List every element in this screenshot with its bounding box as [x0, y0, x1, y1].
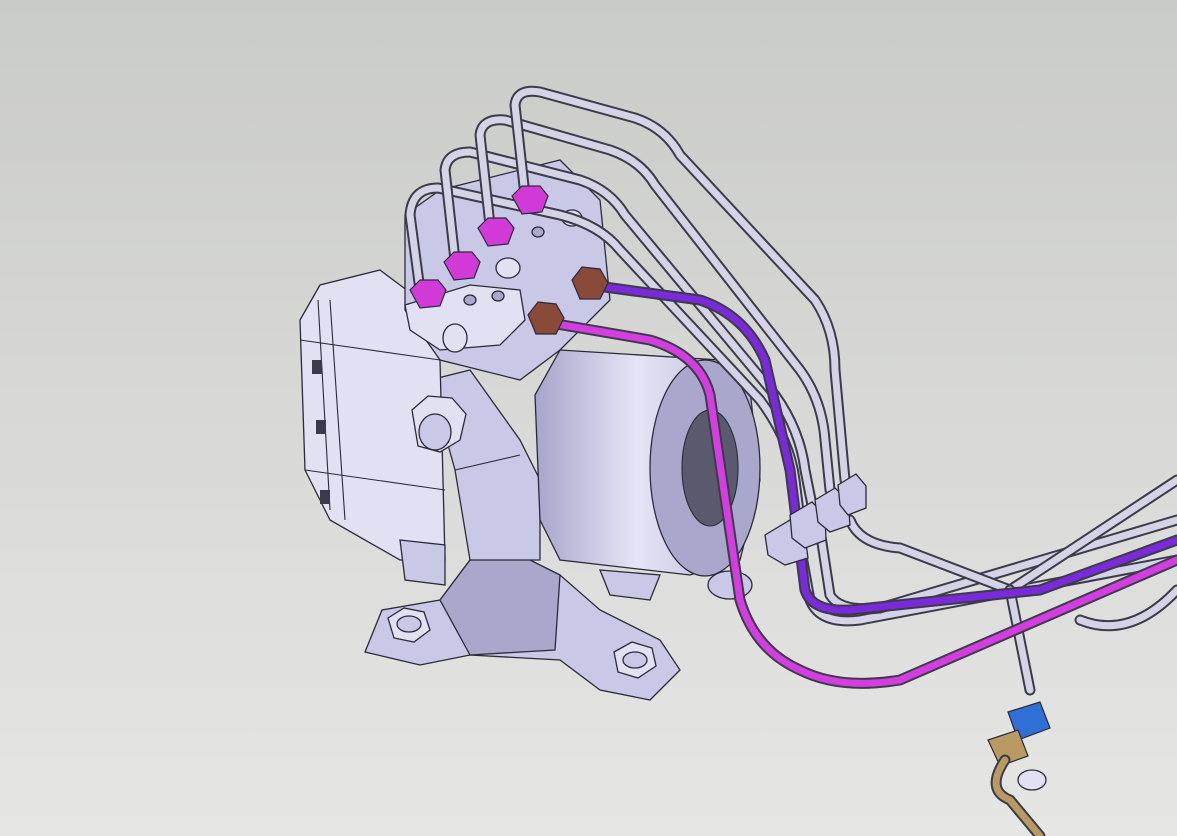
- abs-hydraulic-unit-model[interactable]: [0, 0, 1177, 836]
- inline-fitting: [987, 701, 1051, 836]
- cad-3d-viewport[interactable]: [0, 0, 1177, 836]
